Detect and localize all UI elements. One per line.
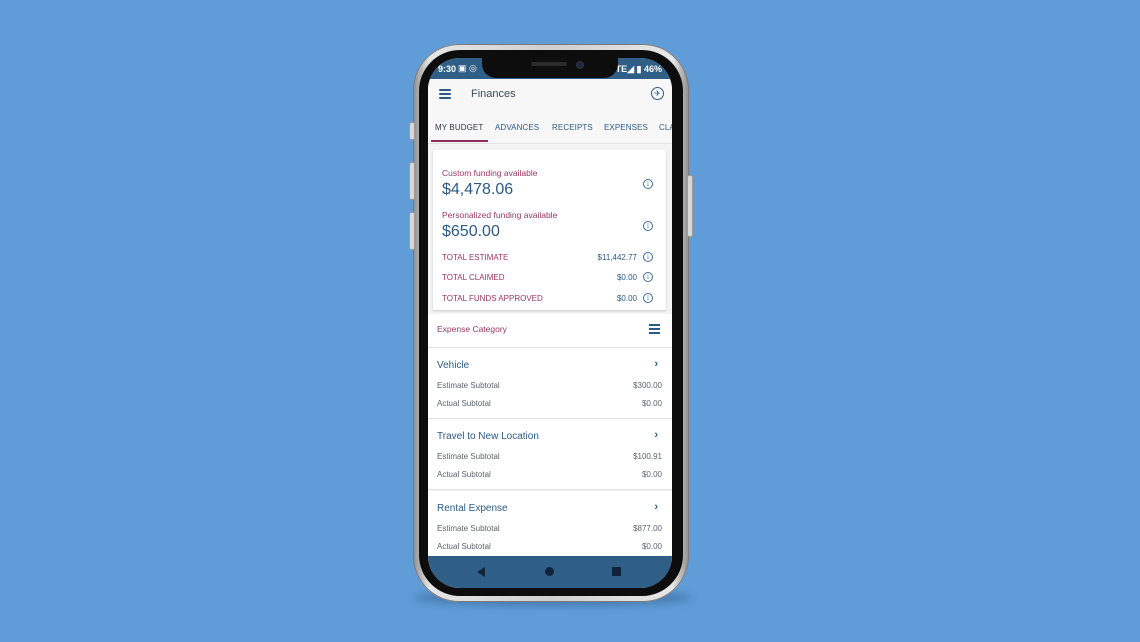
personalized-funding-amount: $650.00: [442, 223, 500, 240]
personalized-funding-label: Personalized funding available: [442, 210, 558, 220]
tab-advances[interactable]: ADVANCES: [495, 123, 539, 132]
actual-subtotal-label: Actual Subtotal: [437, 470, 491, 479]
expense-category-label: Expense Category: [437, 324, 507, 334]
chevron-right-icon: ›: [654, 429, 658, 441]
estimate-subtotal-label: Estimate Subtotal: [437, 524, 500, 533]
chevron-right-icon: ›: [654, 501, 658, 513]
estimate-subtotal-value: $877.00: [633, 524, 662, 533]
total-estimate-value: $11,442.77: [597, 253, 637, 262]
home-icon[interactable]: [545, 567, 554, 576]
system-nav-bar: [428, 556, 672, 588]
phone-side-button-volume-up: [409, 162, 415, 200]
custom-funding-label: Custom funding available: [442, 168, 538, 178]
actual-subtotal-label: Actual Subtotal: [437, 542, 491, 551]
chevron-right-icon: ›: [654, 358, 658, 370]
status-time: 9:30: [438, 64, 457, 74]
active-tab-indicator: [431, 140, 488, 142]
actual-subtotal-value: $0.00: [641, 542, 662, 551]
category-rental-expense[interactable]: Rental Expense › Estimate Subtotal $877.…: [428, 491, 672, 562]
recent-apps-icon[interactable]: [612, 567, 621, 576]
estimate-subtotal-value: $100.91: [633, 452, 662, 461]
status-battery-signal: TE◢ ▮ 46%: [615, 64, 662, 74]
back-icon[interactable]: [477, 567, 485, 577]
tab-my-budget[interactable]: MY BUDGET: [435, 123, 483, 132]
total-estimate-label: TOTAL ESTIMATE: [442, 253, 509, 262]
estimate-subtotal-value: $300.00: [633, 381, 662, 390]
phone-side-button-power: [687, 175, 693, 237]
info-icon[interactable]: i: [643, 252, 653, 262]
actual-subtotal-label: Actual Subtotal: [437, 399, 491, 408]
front-camera: [576, 61, 584, 69]
app-bar: Finances ✈: [428, 79, 672, 111]
category-title: Vehicle: [437, 360, 470, 371]
actual-subtotal-value: $0.00: [641, 399, 662, 408]
info-icon[interactable]: i: [643, 221, 653, 231]
total-claimed-label: TOTAL CLAIMED: [442, 273, 505, 282]
tab-claims[interactable]: CLA: [659, 123, 672, 132]
info-icon[interactable]: i: [643, 179, 653, 189]
hamburger-menu-icon[interactable]: [439, 89, 451, 99]
tab-receipts[interactable]: RECEIPTS: [552, 123, 593, 132]
estimate-subtotal-label: Estimate Subtotal: [437, 381, 500, 390]
funding-summary-card: Custom funding available $4,478.06 i Per…: [433, 150, 666, 310]
phone-screen: 9:30 ▣ ◎ TE◢ ▮ 46% Finances ✈ MY BUDGET …: [428, 58, 672, 588]
tab-expenses[interactable]: EXPENSES: [604, 123, 648, 132]
phone-notch: [482, 58, 618, 78]
page-title: Finances: [471, 88, 516, 100]
total-funds-approved-value: $0.00: [616, 294, 637, 303]
custom-funding-amount: $4,478.06: [442, 181, 514, 198]
phone-side-button-mute: [409, 122, 415, 140]
speaker-grille: [531, 62, 567, 66]
estimate-subtotal-label: Estimate Subtotal: [437, 452, 500, 461]
total-claimed-value: $0.00: [616, 273, 637, 282]
actual-subtotal-value: $0.00: [641, 470, 662, 479]
category-title: Rental Expense: [437, 503, 508, 514]
tab-bar: MY BUDGET ADVANCES RECEIPTS EXPENSES CLA: [428, 111, 672, 144]
phone-side-button-volume-down: [409, 212, 415, 250]
info-icon[interactable]: i: [643, 293, 653, 303]
category-vehicle[interactable]: Vehicle › Estimate Subtotal $300.00 Actu…: [428, 348, 672, 419]
notification-icons: ▣ ◎: [458, 63, 477, 73]
category-travel-to-new-location[interactable]: Travel to New Location › Estimate Subtot…: [428, 419, 672, 490]
expense-category-header: Expense Category: [428, 314, 672, 348]
info-icon[interactable]: i: [643, 272, 653, 282]
filter-sliders-icon[interactable]: [649, 324, 660, 334]
main-content[interactable]: Custom funding available $4,478.06 i Per…: [428, 144, 672, 562]
airplane-circle-icon[interactable]: ✈: [651, 87, 664, 100]
total-funds-approved-label: TOTAL FUNDS APPROVED: [442, 294, 543, 303]
category-title: Travel to New Location: [437, 431, 539, 442]
